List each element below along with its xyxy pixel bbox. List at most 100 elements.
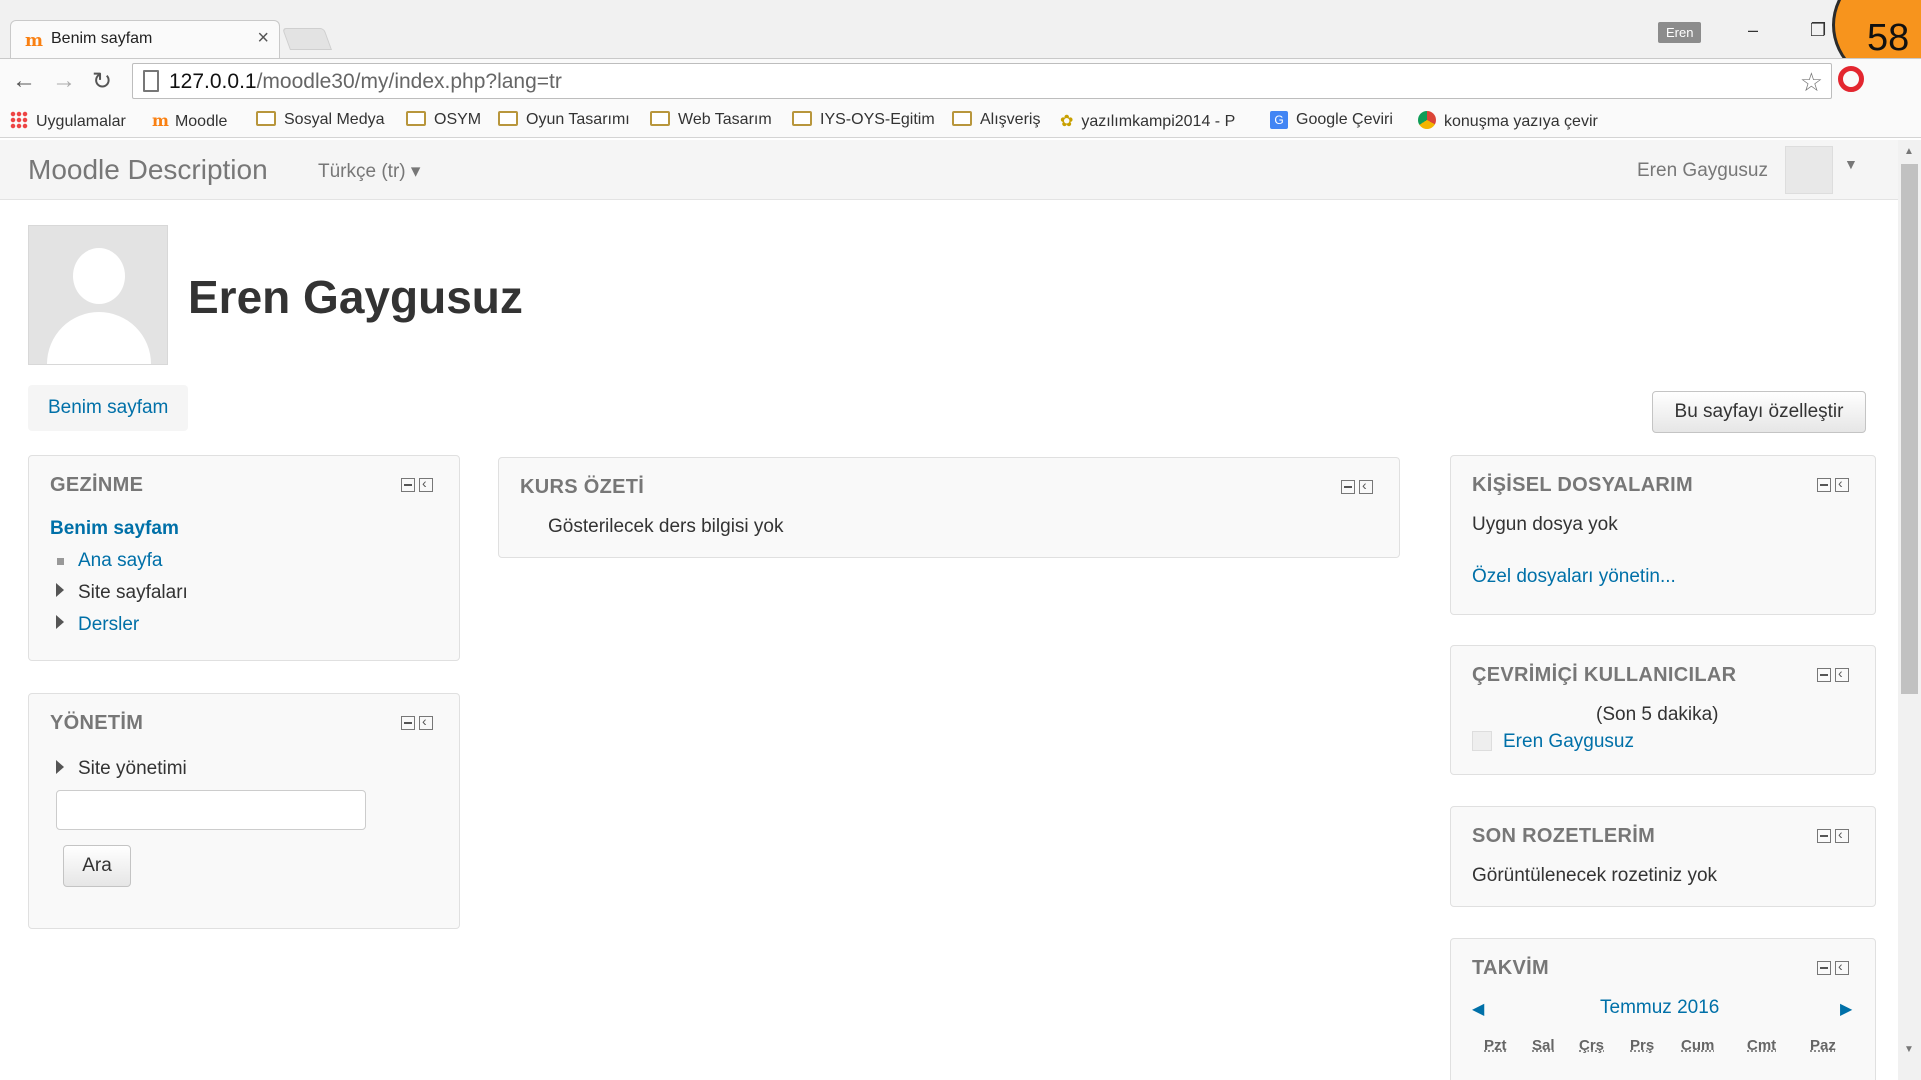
- chevron-down-icon[interactable]: ▼: [1844, 156, 1858, 172]
- new-tab-button[interactable]: [281, 28, 333, 50]
- folder-icon: [256, 111, 276, 126]
- folder-icon: [792, 111, 812, 126]
- breadcrumb[interactable]: Benim sayfam: [28, 385, 189, 431]
- apps-grid-icon: [10, 111, 28, 129]
- bookmark-alisveris[interactable]: Alışveriş: [952, 111, 1040, 129]
- minimize-block-icon[interactable]: [401, 716, 415, 730]
- forward-icon[interactable]: →: [52, 67, 76, 95]
- online-period: (Son 5 dakika): [1596, 704, 1719, 725]
- expand-arrow-icon[interactable]: [56, 583, 64, 597]
- block-controls: [401, 475, 437, 494]
- browser-tabstrip: m Benim sayfam × Eren – ❐ 58: [0, 0, 1921, 90]
- weekday-header: Paz: [1810, 1037, 1836, 1054]
- bookmark-star-icon[interactable]: ☆: [1800, 67, 1823, 98]
- online-user-link[interactable]: Eren Gaygusuz: [1503, 731, 1634, 753]
- minimize-block-icon[interactable]: [1817, 478, 1831, 492]
- back-icon[interactable]: ←: [12, 67, 36, 95]
- minimize-icon[interactable]: –: [1748, 20, 1758, 41]
- empty-message: Gösterilecek ders bilgisi yok: [548, 516, 784, 537]
- scroll-up-icon[interactable]: ▲: [1904, 146, 1914, 157]
- weekday-header: Prş: [1630, 1037, 1655, 1054]
- opera-extension-icon[interactable]: [1838, 66, 1864, 92]
- minimize-block-icon[interactable]: [1341, 480, 1355, 494]
- admin-search-input[interactable]: [56, 790, 366, 830]
- manage-files-link[interactable]: Özel dosyaları yönetin...: [1472, 566, 1676, 588]
- url-path: /moodle30/my/index.php?lang=tr: [256, 70, 562, 93]
- camp-icon: ✿: [1060, 113, 1074, 130]
- course-overview-block: KURS ÖZETİ Gösterilecek ders bilgisi yok: [498, 457, 1400, 558]
- navigation-block: GEZİNME Benim sayfam Ana sayfa Site sayf…: [28, 455, 460, 661]
- folder-icon: [650, 111, 670, 126]
- minimize-block-icon[interactable]: [401, 478, 415, 492]
- moodle-icon: m: [152, 111, 169, 130]
- block-controls: [1817, 665, 1853, 684]
- badges-block: SON ROZETLERİM Görüntülenecek rozetiniz …: [1450, 806, 1876, 907]
- site-brand[interactable]: Moodle Description: [28, 154, 268, 186]
- minimize-block-icon[interactable]: [1817, 668, 1831, 682]
- browser-tab[interactable]: m Benim sayfam ×: [10, 20, 280, 58]
- reload-icon[interactable]: ↻: [92, 67, 112, 96]
- scroll-down-icon[interactable]: ▼: [1904, 1044, 1914, 1055]
- customize-page-button[interactable]: Bu sayfayı özelleştir: [1652, 391, 1866, 433]
- scrollbar-thumb[interactable]: [1901, 164, 1918, 694]
- block-title: KİŞİSEL DOSYALARIM: [1472, 474, 1693, 496]
- page-title: Eren Gaygusuz: [188, 271, 523, 323]
- block-title: YÖNETİM: [50, 712, 144, 734]
- expand-arrow-icon[interactable]: [56, 760, 64, 774]
- dock-block-icon[interactable]: [1835, 665, 1849, 682]
- block-title: KURS ÖZETİ: [520, 476, 645, 498]
- dock-block-icon[interactable]: [1359, 477, 1373, 494]
- profile-badge[interactable]: Eren: [1658, 22, 1702, 43]
- dock-block-icon[interactable]: [419, 713, 433, 730]
- bookmark-konusma[interactable]: konuşma yazıya çevir: [1418, 111, 1598, 131]
- nav-item-ana-sayfa[interactable]: Ana sayfa: [78, 550, 163, 572]
- block-controls: [1817, 475, 1853, 494]
- bookmark-oyun-tasarimi[interactable]: Oyun Tasarımı: [498, 111, 630, 129]
- dock-block-icon[interactable]: [1835, 475, 1849, 492]
- bookmark-apps[interactable]: Uygulamalar: [10, 111, 126, 131]
- bookmark-sosyal-medya[interactable]: Sosyal Medya: [256, 111, 385, 129]
- minimize-block-icon[interactable]: [1817, 961, 1831, 975]
- minimize-block-icon[interactable]: [1817, 829, 1831, 843]
- block-controls: [1817, 826, 1853, 845]
- bookmark-web-tasarim[interactable]: Web Tasarım: [650, 111, 772, 129]
- page-scrollbar[interactable]: ▲ ▼: [1898, 140, 1921, 1080]
- overlay-counter-value: 58: [1867, 17, 1910, 59]
- block-title: SON ROZETLERİM: [1472, 825, 1656, 847]
- search-button[interactable]: Ara: [63, 845, 131, 887]
- user-avatar[interactable]: [1785, 146, 1833, 194]
- bookmark-iys-oys[interactable]: IYS-OYS-Egitim: [792, 111, 935, 129]
- block-controls: [1817, 958, 1853, 977]
- calendar-month[interactable]: Temmuz 2016: [1600, 997, 1719, 1019]
- dock-block-icon[interactable]: [419, 475, 433, 492]
- bookmarks-bar: Uygulamalar m Moodle Sosyal Medya OSYM Oy…: [0, 104, 1921, 138]
- chrome-icon: [1418, 111, 1436, 129]
- nav-item-dersler[interactable]: Dersler: [78, 614, 139, 636]
- block-title: ÇEVRİMİÇİ KULLANICILAR: [1472, 664, 1737, 686]
- administration-block: YÖNETİM Site yönetimi Ara: [28, 693, 460, 929]
- nav-item-benim-sayfam[interactable]: Benim sayfam: [50, 518, 179, 540]
- url-text: 127.0.0.1/moodle30/my/index.php?lang=tr: [169, 70, 562, 94]
- nav-item-site-sayfalari[interactable]: Site sayfaları: [78, 582, 188, 604]
- next-month-icon[interactable]: ▶: [1840, 999, 1852, 1019]
- user-menu-name[interactable]: Eren Gaygusuz: [1637, 160, 1768, 182]
- empty-message: Görüntülenecek rozetiniz yok: [1472, 865, 1718, 886]
- bookmark-google-ceviri[interactable]: G Google Çeviri: [1270, 111, 1393, 129]
- weekday-header: Cmt: [1747, 1037, 1777, 1054]
- language-menu[interactable]: Türkçe (tr) ▾: [318, 160, 420, 183]
- block-title: GEZİNME: [50, 474, 144, 496]
- bookmark-moodle[interactable]: m Moodle: [152, 111, 227, 131]
- dock-block-icon[interactable]: [1835, 958, 1849, 975]
- tab-title: Benim sayfam: [51, 30, 153, 47]
- prev-month-icon[interactable]: ◀: [1472, 999, 1484, 1019]
- page-icon: [143, 70, 159, 92]
- weekday-header: Pzt: [1484, 1037, 1507, 1054]
- bookmark-yazilimkampi[interactable]: ✿ yazılımkampi2014 - P: [1060, 111, 1235, 131]
- expand-arrow-icon[interactable]: [56, 615, 64, 629]
- nav-item-site-yonetimi[interactable]: Site yönetimi: [78, 758, 187, 780]
- address-bar[interactable]: 127.0.0.1/moodle30/my/index.php?lang=tr …: [132, 63, 1832, 99]
- restore-icon[interactable]: ❐: [1810, 20, 1826, 41]
- close-tab-icon[interactable]: ×: [257, 27, 269, 50]
- dock-block-icon[interactable]: [1835, 826, 1849, 843]
- bookmark-osym[interactable]: OSYM: [406, 111, 481, 129]
